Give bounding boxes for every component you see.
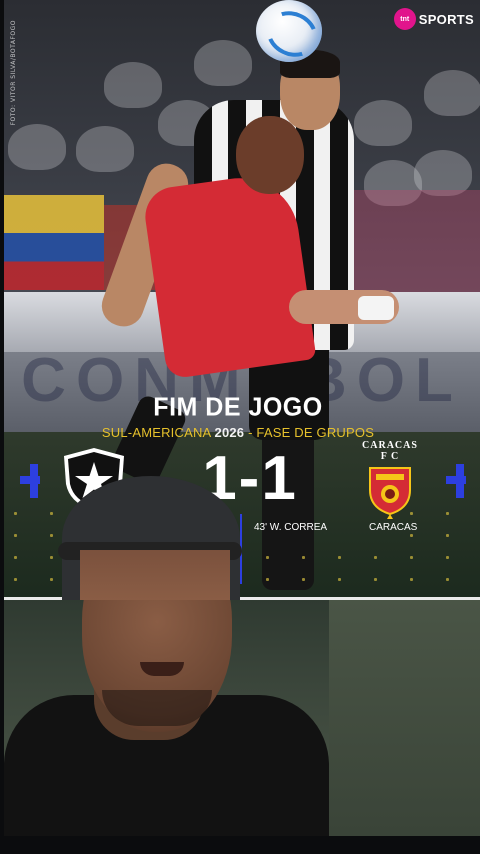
stadium-seat xyxy=(76,126,134,172)
pitch-dot xyxy=(266,556,269,559)
competition-year: 2026 xyxy=(214,425,245,440)
pitch-dot xyxy=(50,534,53,537)
stadium-seat xyxy=(104,62,162,108)
stadium-seat xyxy=(194,40,252,86)
tnt-logo-icon: tnt xyxy=(393,8,416,30)
pitch-dot xyxy=(50,578,53,581)
pitch-dot xyxy=(50,512,53,515)
tnt-sports-logo: tnt SPORTS xyxy=(393,8,474,30)
away-scorer: 43' W. CORREA xyxy=(254,522,328,533)
pitch-dot xyxy=(302,556,305,559)
bottom-bar xyxy=(0,836,480,854)
pitch-dot xyxy=(50,556,53,559)
pitch-dot xyxy=(14,578,17,581)
stadium-seat xyxy=(424,70,480,116)
pitch-dot xyxy=(302,578,305,581)
caracas-crest-top: CARACAS xyxy=(362,440,418,451)
pitch-dot xyxy=(14,534,17,537)
pitch-dot xyxy=(338,578,341,581)
competition-line: SUL-AMERICANA 2026 - FASE DE GRUPOS xyxy=(0,425,476,440)
pitch-dot xyxy=(446,534,449,537)
background-door xyxy=(329,600,480,836)
plus-icon xyxy=(446,464,466,498)
photo-credit: FOTO: VITOR SILVA/BOTAFOGO xyxy=(10,20,17,126)
competition-name: SUL-AMERICANA xyxy=(101,425,211,440)
pitch-dot xyxy=(374,578,377,581)
stadium-seat xyxy=(354,100,412,146)
pitch-dot xyxy=(338,556,341,559)
pitch-dot xyxy=(446,512,449,515)
pitch-dot xyxy=(446,578,449,581)
pitch-dot xyxy=(410,578,413,581)
pitch-dot xyxy=(374,556,377,559)
pitch-dot xyxy=(446,556,449,559)
pitch-dot xyxy=(410,556,413,559)
plus-icon xyxy=(20,464,40,498)
pitch-dot xyxy=(410,534,413,537)
stadium-seat xyxy=(8,124,66,170)
pitch-dot xyxy=(266,578,269,581)
pitch-dot xyxy=(14,512,17,515)
streamer-webcam xyxy=(4,600,480,836)
caracas-crest-sub: F C xyxy=(380,451,400,462)
pitch-dot xyxy=(14,556,17,559)
away-team-name: CARACAS xyxy=(369,522,418,533)
player-head xyxy=(236,116,304,194)
competition-stage: - FASE DE GRUPOS xyxy=(248,425,375,440)
result-title: FIM DE JOGO xyxy=(153,392,323,422)
crowd-flag xyxy=(4,195,104,290)
caracas-crest-text: CARACAS F C xyxy=(356,440,424,462)
streamer-forehead xyxy=(80,550,230,600)
tnt-logo-text: SPORTS xyxy=(418,11,474,27)
wrist-tape xyxy=(358,296,394,320)
